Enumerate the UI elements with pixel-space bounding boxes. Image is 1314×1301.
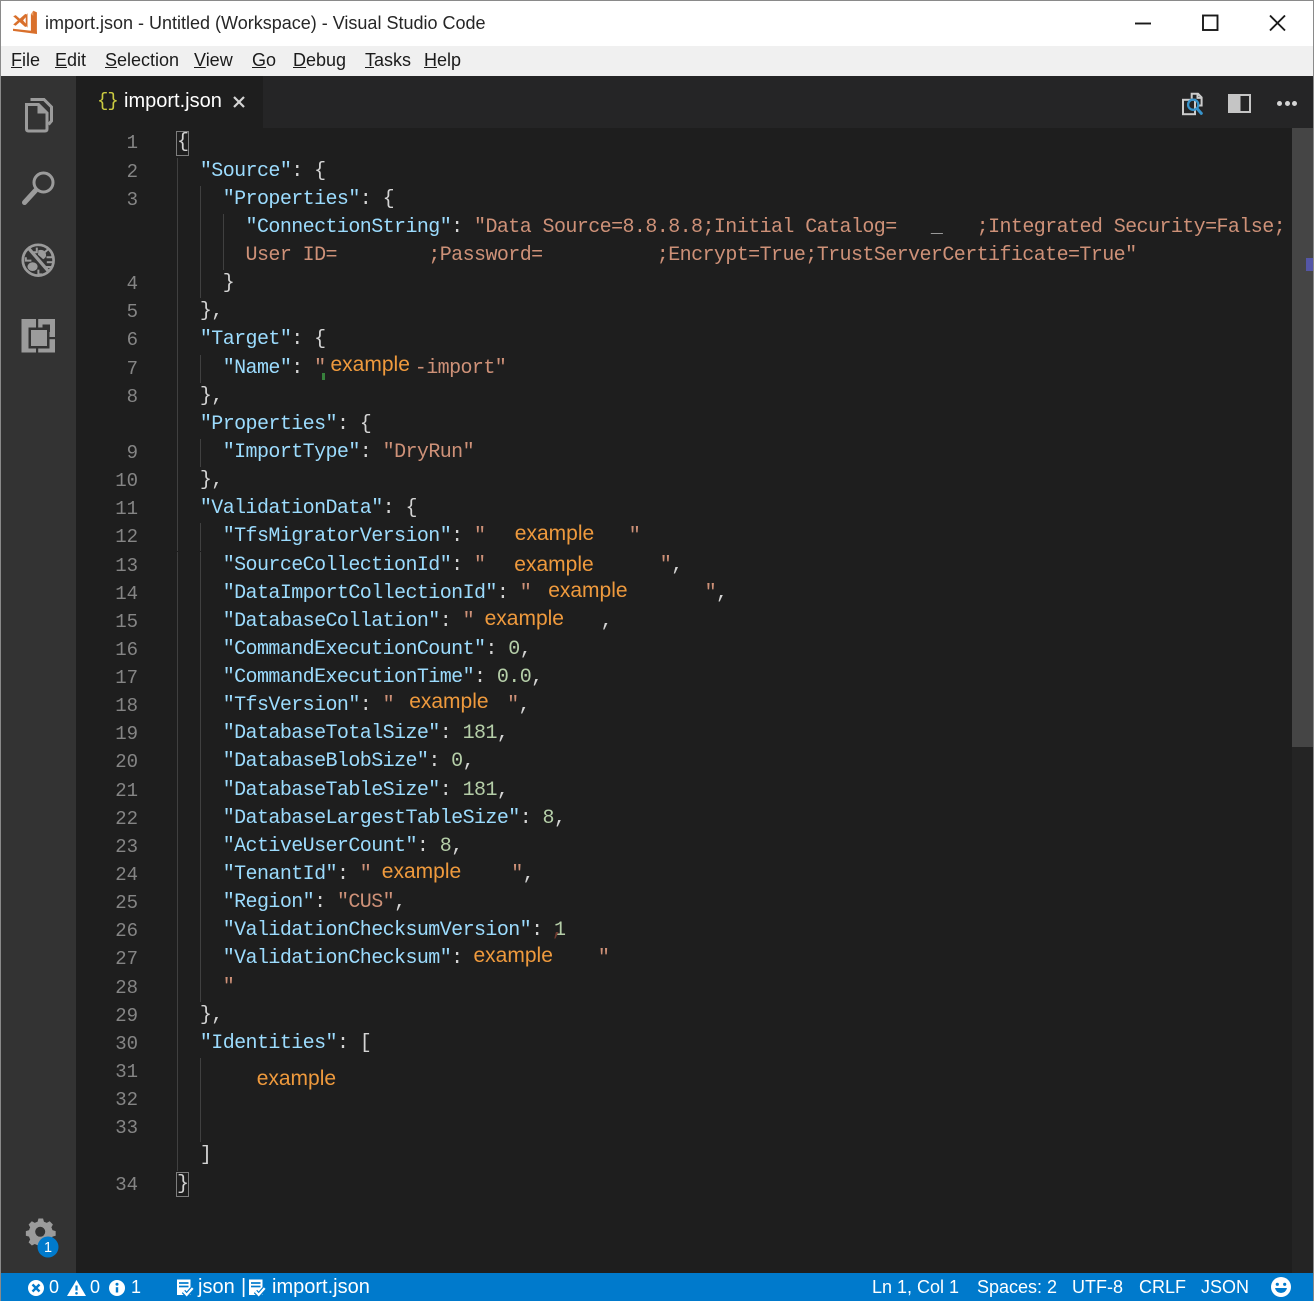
svg-text:1: 1: [44, 1240, 52, 1256]
